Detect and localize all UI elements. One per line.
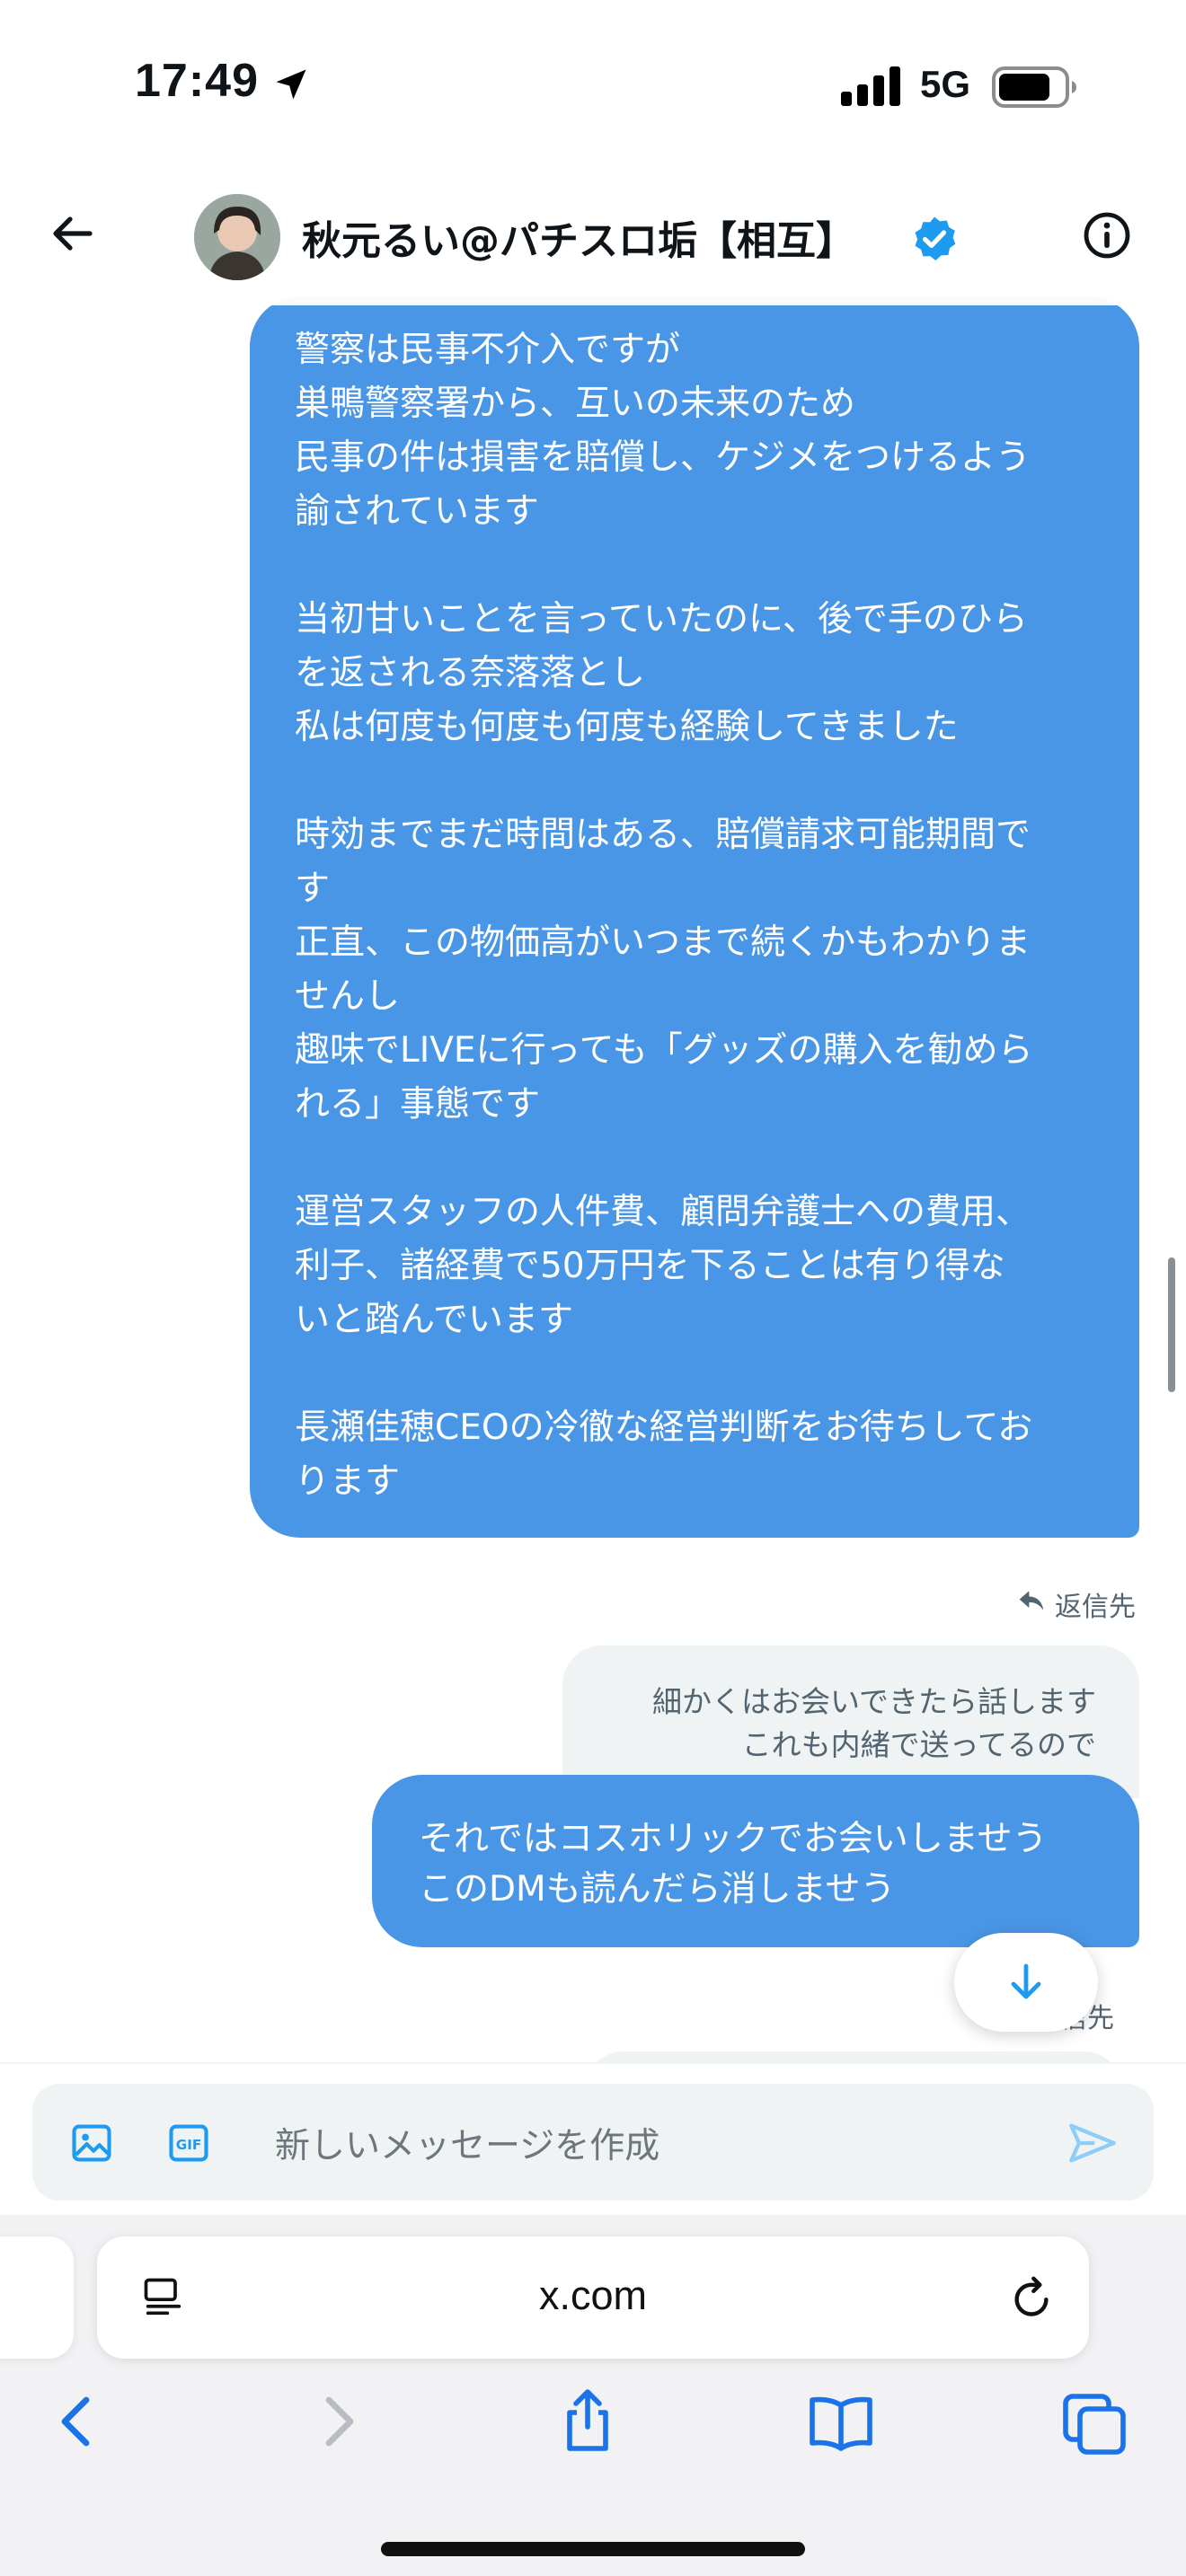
message-input[interactable]: 新しいメッセージを作成	[275, 2118, 659, 2168]
reply-to-text: 返信先	[1055, 1592, 1136, 1623]
message-line: 民事の件は損害を賠償し、ケジメをつけるよう	[295, 437, 1031, 478]
message-line: 当初甘いことを言っていたのに、後で手のひら	[295, 599, 1028, 640]
message-line: を返される奈落落とし	[295, 653, 646, 693]
quoted-line: 細かくはお会いできたら話します	[651, 1684, 1096, 1719]
quoted-line: これも内緒で送ってるので	[741, 1727, 1096, 1762]
status-time: 17:49	[135, 55, 259, 107]
message-line: 警察は民事不介入ですが	[295, 330, 681, 370]
network-type: 5G	[920, 63, 971, 105]
scrollbar[interactable]	[1168, 1257, 1175, 1392]
reply-to-label: 返信先	[1017, 1583, 1152, 1623]
message-line: 諭されています	[295, 491, 539, 532]
message-composer: GIF 新しいメッセージを作成	[32, 2084, 1154, 2201]
message-line: 巣鴨警察署から、互いの未来のため	[295, 384, 856, 424]
location-arrow-icon	[276, 69, 306, 100]
message-line: れる」事態です	[295, 1084, 541, 1125]
reply-icon	[1019, 1591, 1044, 1610]
scroll-to-bottom-button[interactable]	[954, 1933, 1098, 2032]
info-icon[interactable]	[1078, 207, 1136, 264]
url-text[interactable]: x.com	[97, 2272, 1089, 2319]
arrow-down-icon	[1011, 1963, 1041, 1999]
message-line: 長瀬佳穂CEOの冷徹な経営判断をお待ちしてお	[295, 1407, 1033, 1448]
message-line: せんし	[295, 976, 401, 1017]
message-bubble-reply[interactable]: それではコスホリックでお会いしませう このDMも読んだら消しませう	[372, 1775, 1139, 1947]
message-line: す	[295, 869, 331, 909]
message-line: 運営スタッフの人件費、顧問弁護士への費用、	[295, 1192, 1031, 1232]
reload-icon[interactable]	[1006, 2272, 1057, 2325]
composer-area: GIF 新しいメッセージを作成	[0, 2062, 1186, 2215]
previous-tab-peek[interactable]	[0, 2236, 74, 2359]
message-line: 私は何度も何度も何度も経験してきました	[295, 707, 959, 747]
message-bubble[interactable]: 警察は民事不介入ですが 巣鴨警察署から、互いの未来のため 民事の件は損害を賠償し…	[250, 296, 1139, 1538]
image-icon[interactable]	[68, 2120, 115, 2166]
conversation-header: 秋元るい@パチスロ垢【相互】	[0, 171, 1186, 305]
chevron-right-icon[interactable]	[302, 2386, 374, 2457]
message-line: 利子、諸経費で50万円を下ることは有り得な	[295, 1246, 1005, 1286]
message-line: 時効までまだ時間はある、賠償請求可能期間で	[295, 815, 1031, 855]
tabs-icon[interactable]	[1058, 2386, 1130, 2457]
cellular-signal-icon	[841, 66, 900, 106]
battery-icon	[992, 66, 1076, 108]
back-arrow-icon[interactable]	[43, 205, 101, 262]
bookmarks-icon[interactable]	[805, 2386, 877, 2457]
svg-text:GIF: GIF	[176, 2137, 201, 2153]
message-line: いと踏んでいます	[295, 1300, 574, 1340]
address-bar[interactable]: x.com	[97, 2236, 1089, 2359]
home-indicator	[381, 2542, 805, 2556]
message-line: このDMも読んだら消しませう	[419, 1869, 896, 1910]
browser-toolbar: x.com	[0, 2215, 1186, 2576]
avatar[interactable]	[194, 194, 280, 280]
status-bar: 17:49 5G	[0, 0, 1186, 171]
gif-icon[interactable]: GIF	[165, 2120, 212, 2166]
conversation-name[interactable]: 秋元るい@パチスロ垢【相互】	[302, 208, 855, 266]
message-line: ります	[295, 1461, 401, 1502]
message-line: 趣味でLIVEに行っても「グッズの購入を勧めら	[295, 1030, 1033, 1071]
share-icon[interactable]	[552, 2386, 624, 2457]
verified-badge-icon	[915, 216, 956, 261]
chevron-left-icon[interactable]	[41, 2386, 113, 2457]
message-line: 正直、この物価高がいつまで続くかもわかりま	[295, 922, 1031, 963]
send-icon[interactable]	[1067, 2120, 1118, 2166]
message-line: それではコスホリックでお会いしませう	[419, 1819, 1048, 1859]
